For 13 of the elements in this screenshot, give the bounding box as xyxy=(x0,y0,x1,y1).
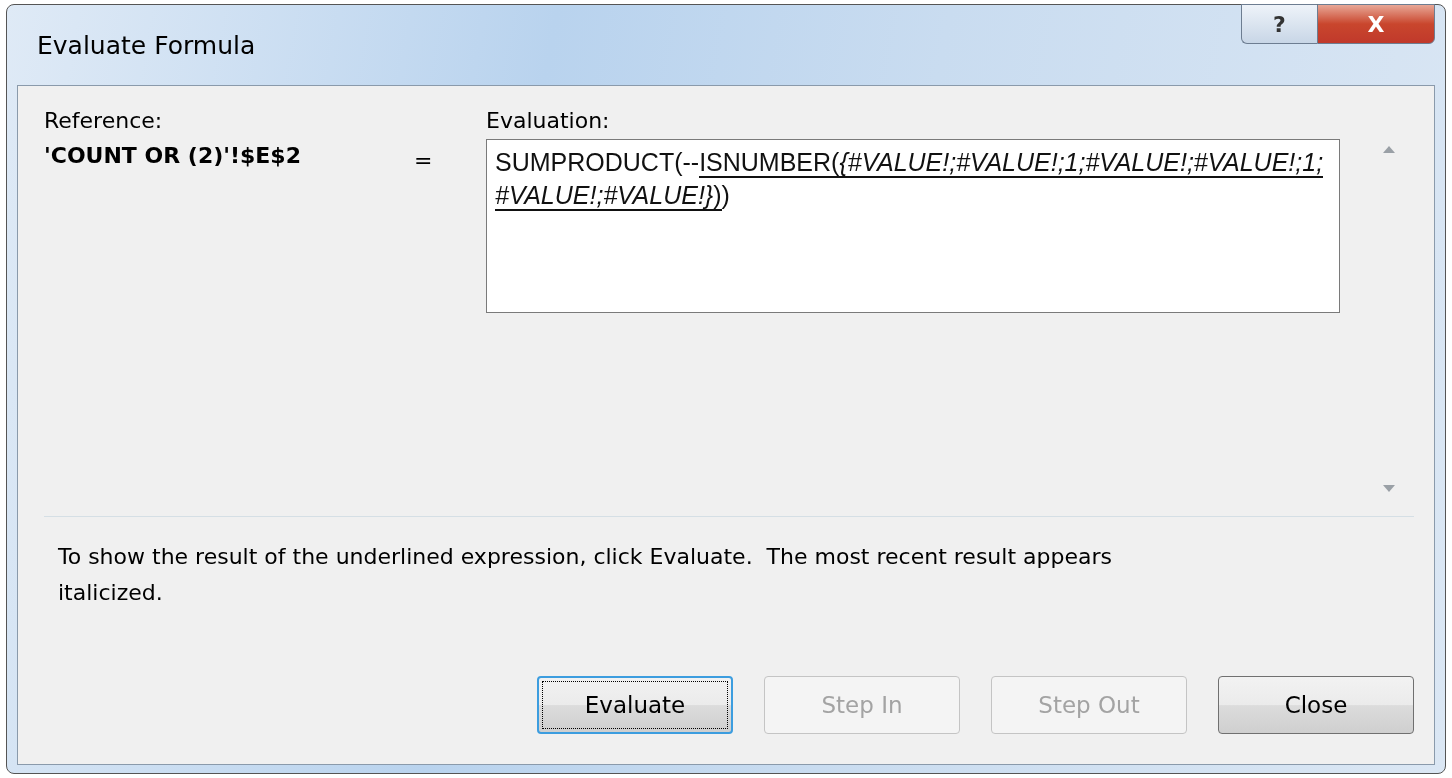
window-title: Evaluate Formula xyxy=(36,30,257,60)
reference-label: Reference: xyxy=(44,108,164,133)
scroll-up-icon[interactable] xyxy=(1381,144,1397,154)
equals-sign: = xyxy=(414,147,434,175)
evaluation-label: Evaluation: xyxy=(486,108,611,133)
dialog-button[interactable]: Evaluate xyxy=(537,676,733,734)
evaluation-field: SUMPRODUCT(--ISNUMBER({#VALUE!;#VALUE!;1;#VALUE!;#VALUE!;1;#VALUE!;#VALUE!})) xyxy=(486,139,1340,313)
window-close-button[interactable]: X xyxy=(1317,4,1435,44)
dialog-button[interactable]: Close xyxy=(1218,676,1414,734)
hint-text: To show the result of the underlined expression, click Evaluate. The most recent result appears italicized. xyxy=(57,543,1113,607)
help-button[interactable]: ? xyxy=(1241,4,1317,44)
scroll-down-icon[interactable] xyxy=(1381,484,1397,494)
reference-value: 'COUNT OR (2)'!$E$2 xyxy=(44,143,302,168)
